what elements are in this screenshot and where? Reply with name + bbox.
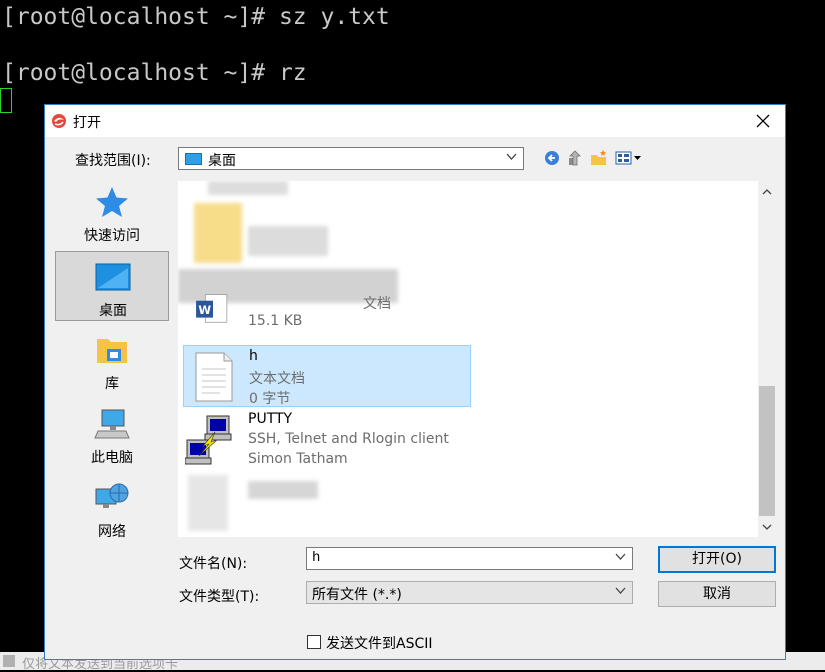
place-label: 此电脑: [91, 450, 133, 466]
place-label: 桌面: [99, 303, 127, 319]
filename-value: h: [312, 550, 321, 566]
file-type: 文档: [363, 296, 391, 312]
filetype-value: 所有文件 (*.*): [312, 587, 402, 603]
file-size: 0 字节: [249, 391, 291, 407]
back-button[interactable]: [542, 148, 562, 168]
place-label: 快速访问: [84, 228, 140, 244]
blurred-item: [248, 226, 328, 256]
desktop-icon: [95, 263, 131, 291]
file-item-h[interactable]: h 文本文档 0 字节: [183, 345, 471, 407]
status-icon: [3, 655, 15, 667]
dialog-titlebar[interactable]: 打开: [45, 105, 785, 137]
view-menu-button[interactable]: [614, 148, 644, 168]
filename-label: 文件名(N):: [179, 556, 248, 572]
scroll-up-button[interactable]: [758, 183, 776, 200]
blurred-item: [188, 475, 228, 531]
chevron-down-icon[interactable]: [615, 553, 626, 561]
close-icon: [756, 114, 770, 128]
computer-icon: [94, 409, 130, 439]
app-swirl-icon: [52, 114, 66, 128]
putty-icon: [185, 415, 232, 465]
place-label: 网络: [98, 524, 126, 540]
terminal-line: [root@localhost ~]# rz: [2, 60, 307, 86]
look-in-value: 桌面: [208, 153, 236, 169]
svg-text:W: W: [198, 303, 211, 317]
terminal-cursor: [0, 88, 12, 113]
ascii-checkbox[interactable]: [307, 635, 321, 649]
desktop-icon: [185, 153, 202, 165]
file-description: SSH, Telnet and Rlogin client: [248, 431, 449, 447]
open-button[interactable]: 打开(O): [658, 546, 776, 573]
blurred-folder-icon: [194, 203, 242, 263]
file-list[interactable]: W 文档 15.1 KB h 文本文档 0 字节 PUTTY SSH, Teln…: [178, 181, 776, 537]
places-bar: 快速访问 桌面 库 此电脑 网络: [53, 177, 173, 540]
word-document-icon: W: [196, 294, 228, 323]
filetype-label: 文件类型(T):: [179, 589, 260, 605]
ascii-checkbox-label[interactable]: 发送文件到ASCII: [326, 633, 433, 653]
blurred-item: [208, 181, 288, 195]
chevron-down-icon: [506, 153, 517, 160]
file-name: PUTTY: [248, 411, 293, 427]
filename-input[interactable]: h: [306, 547, 633, 570]
view-menu-icon: [615, 151, 641, 165]
place-quick-access[interactable]: 快速访问: [55, 177, 169, 247]
file-name: h: [249, 348, 258, 364]
chevron-down-icon: [615, 587, 626, 594]
up-folder-button[interactable]: [565, 148, 585, 168]
up-folder-icon: [569, 150, 581, 166]
place-library[interactable]: 库: [55, 325, 169, 395]
new-folder-icon: [591, 150, 606, 165]
file-item-document[interactable]: W 文档 15.1 KB: [183, 279, 471, 341]
star-icon: [96, 187, 128, 217]
vertical-scrollbar[interactable]: [758, 181, 776, 537]
filetype-select[interactable]: 所有文件 (*.*): [306, 581, 633, 604]
text-file-icon: [195, 352, 233, 402]
close-button[interactable]: [741, 105, 785, 137]
new-folder-button[interactable]: [589, 148, 609, 168]
scroll-down-button[interactable]: [758, 518, 776, 535]
back-arrow-icon: [545, 151, 559, 165]
file-type: 文本文档: [249, 371, 305, 387]
network-icon: [95, 483, 129, 508]
dialog-title: 打开: [73, 115, 101, 131]
file-company: Simon Tatham: [248, 451, 348, 467]
scroll-thumb[interactable]: [759, 386, 775, 516]
open-file-dialog: 打开 查找范围(I): 桌面 快速访问 桌面 库 此电脑 网络 W 文档 15.…: [44, 104, 786, 660]
place-label: 库: [105, 376, 119, 392]
look-in-select[interactable]: 桌面: [178, 147, 524, 170]
terminal-line: [root@localhost ~]# sz y.txt: [2, 4, 390, 30]
place-desktop[interactable]: 桌面: [55, 251, 169, 321]
blurred-item: [248, 481, 318, 499]
library-icon: [97, 339, 127, 363]
look-in-label: 查找范围(I):: [75, 153, 151, 169]
chevron-down-icon: [762, 524, 772, 530]
cancel-button[interactable]: 取消: [658, 581, 776, 607]
chevron-up-icon: [762, 188, 772, 194]
file-size: 15.1 KB: [248, 313, 303, 329]
file-item-putty[interactable]: PUTTY SSH, Telnet and Rlogin client Simo…: [183, 409, 471, 471]
place-this-pc[interactable]: 此电脑: [55, 399, 169, 469]
place-network[interactable]: 网络: [55, 473, 169, 543]
